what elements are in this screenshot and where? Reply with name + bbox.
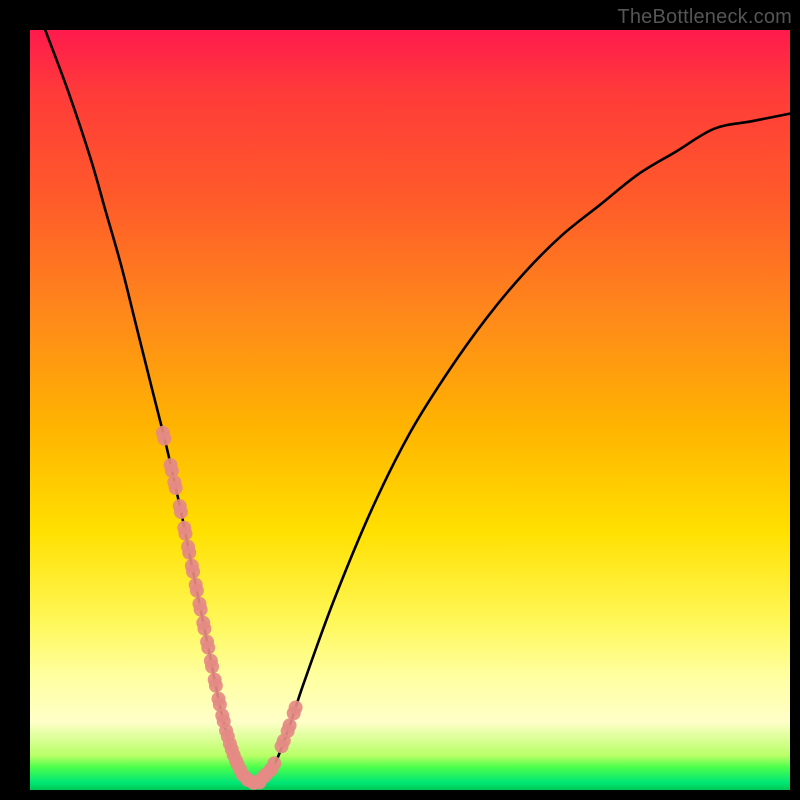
watermark-text: TheBottleneck.com — [617, 6, 792, 29]
valley-marker — [281, 718, 297, 738]
valley-marker — [211, 692, 226, 712]
valley-marker — [196, 616, 211, 636]
chart-frame: TheBottleneck.com — [0, 0, 800, 800]
curve-path — [45, 30, 790, 784]
valley-marker — [287, 701, 303, 721]
valley-markers — [156, 426, 303, 790]
plot-area — [30, 30, 790, 790]
valley-marker — [156, 426, 171, 446]
valley-marker — [164, 458, 179, 478]
bottleneck-curve — [45, 30, 790, 784]
valley-marker — [265, 756, 282, 775]
curve-layer — [30, 30, 790, 790]
valley-marker — [200, 635, 215, 655]
valley-marker — [167, 475, 182, 495]
valley-marker — [173, 499, 188, 519]
valley-marker — [192, 597, 207, 617]
valley-marker — [208, 673, 223, 693]
valley-marker — [185, 559, 200, 579]
valley-marker — [177, 521, 192, 541]
valley-marker — [189, 578, 204, 598]
valley-marker — [204, 654, 219, 674]
valley-marker — [181, 540, 196, 560]
